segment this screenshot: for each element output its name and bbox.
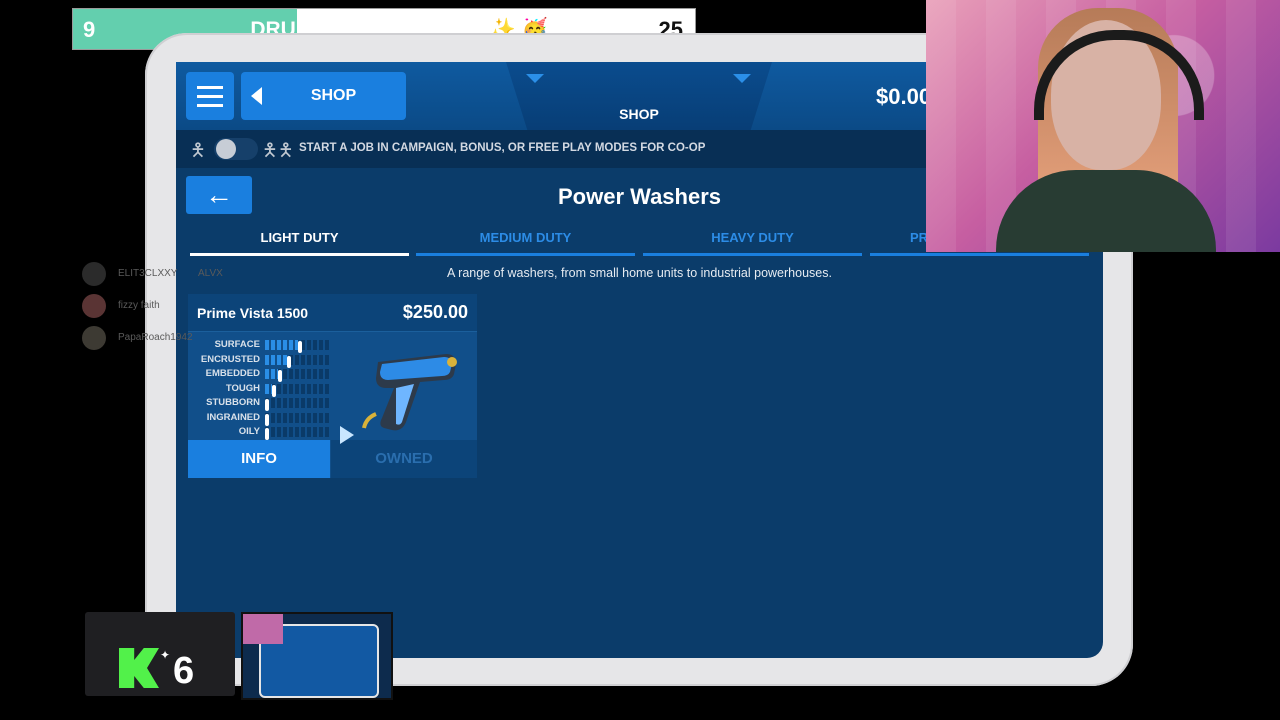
mouse-cursor-icon (340, 426, 354, 444)
back-button-label: SHOP (310, 87, 357, 104)
coop-message: START A JOB IN CAMPAIGN, BONUS, OR FREE … (299, 142, 706, 154)
stat-fill (265, 369, 279, 379)
stream-preview-thumbnail (241, 612, 393, 700)
stat-bar (265, 369, 331, 382)
sparkle-icon: ✦ (160, 648, 171, 662)
chat-row: ELIT3CLXXY ALVX (82, 260, 252, 292)
avatar (82, 294, 106, 318)
caret-down-icon (733, 74, 751, 83)
kick-count: 6 (173, 650, 195, 692)
stat-row: OILY (188, 425, 338, 440)
stat-knob (286, 355, 291, 368)
tab-underline (416, 253, 635, 256)
center-tab-label: SHOP (619, 106, 659, 122)
avatar (82, 326, 106, 350)
stat-knob (265, 399, 269, 411)
back-to-shop-button[interactable]: SHOP (241, 72, 406, 120)
chat-badge: ALVX (198, 268, 223, 279)
kick-widget: ✦ 6 (85, 612, 235, 696)
shop-center-tab: SHOP (506, 62, 772, 130)
stat-bar (265, 412, 331, 426)
single-player-icon: 🯅 (190, 140, 206, 160)
stat-row: INGRAINED (188, 411, 338, 426)
category-description: A range of washers, from small home unit… (447, 266, 832, 280)
stat-label: TOUGH (225, 382, 260, 394)
chat-row: fizzy faith (82, 292, 252, 324)
stat-bar (265, 383, 331, 397)
preview-webcam (243, 614, 283, 644)
stat-knob (265, 428, 269, 440)
chat-row: PapaRoach1942 (82, 324, 252, 356)
tab-underline (190, 253, 409, 256)
pressure-washer-gun-icon (362, 354, 457, 431)
stat-fill (265, 354, 287, 365)
tab-light-duty[interactable]: LIGHT DUTY (190, 230, 409, 256)
tab-label: LIGHT DUTY (260, 230, 339, 245)
owned-button[interactable]: OWNED (331, 440, 477, 478)
money-display: $0.00 (876, 84, 932, 109)
stat-label: INGRAINED (206, 411, 260, 423)
tab-underline (870, 253, 1089, 256)
stat-row: TOUGH (188, 382, 338, 397)
menu-icon-line (197, 104, 223, 107)
tab-underline (643, 253, 862, 256)
chat-username: ELIT3CLXXY (118, 268, 178, 279)
tab-label: HEAVY DUTY (711, 230, 794, 245)
stat-knob (271, 384, 276, 397)
stat-row: STUBBORN (188, 396, 338, 411)
stat-bar (265, 427, 331, 440)
stat-knob (265, 413, 269, 426)
caret-down-icon (526, 74, 544, 83)
menu-button[interactable] (186, 72, 234, 120)
menu-icon (197, 86, 223, 89)
chat-username: PapaRoach1942 (118, 332, 193, 343)
stat-bar (265, 340, 331, 353)
chat-overlay: ELIT3CLXXY ALVX fizzy faith PapaRoach194… (82, 260, 252, 356)
chat-username: fizzy faith (118, 300, 160, 311)
stat-fill (265, 340, 298, 350)
coop-toggle[interactable] (214, 138, 258, 160)
info-button[interactable]: INFO (188, 440, 330, 478)
multiplayer-icon: 🯅🯅 (262, 140, 294, 160)
stat-bar (265, 398, 331, 411)
product-price: $250.00 (402, 302, 468, 322)
stat-knob (278, 370, 283, 382)
stat-fill (265, 383, 272, 394)
stat-row: EMBEDDED (188, 367, 338, 382)
stat-label: OILY (238, 426, 260, 437)
stat-knob (298, 341, 302, 353)
stat-label: STUBBORN (206, 397, 260, 408)
tab-label: MEDIUM DUTY (479, 230, 572, 245)
webcam-feed (926, 0, 1280, 252)
toggle-knob (216, 139, 236, 159)
tab-heavy-duty[interactable]: HEAVY DUTY (643, 230, 862, 256)
kick-logo-icon (119, 648, 159, 688)
stat-bar (265, 354, 331, 368)
menu-icon-line (197, 95, 223, 98)
stat-label: EMBEDDED (205, 368, 260, 379)
avatar (82, 262, 106, 286)
tab-medium-duty[interactable]: MEDIUM DUTY (416, 230, 635, 256)
